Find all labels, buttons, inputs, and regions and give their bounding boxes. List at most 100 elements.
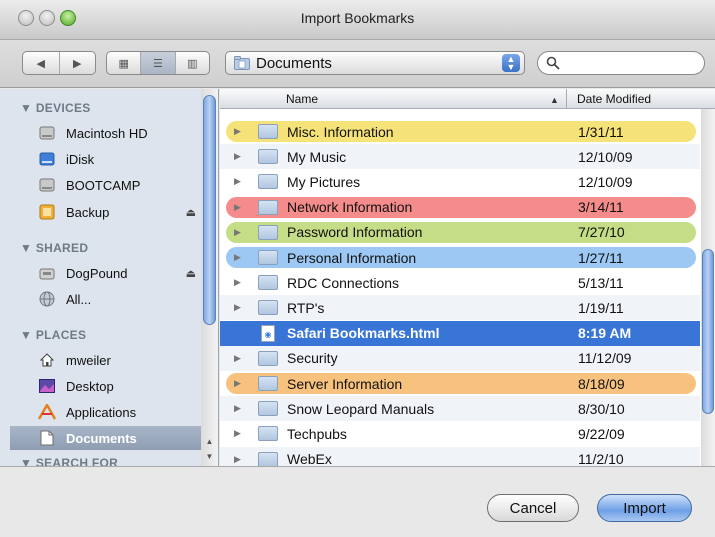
file-date: 11/12/09 bbox=[578, 350, 632, 367]
eject-icon[interactable]: ⏏ bbox=[186, 267, 196, 280]
disclosure-triangle-icon[interactable]: ▶ bbox=[234, 252, 244, 263]
scroll-up-arrow-icon[interactable]: ▲ bbox=[201, 435, 218, 449]
documents-folder-icon bbox=[234, 56, 250, 70]
sidebar-item-macintosh-hd[interactable]: Macintosh HD bbox=[10, 121, 202, 145]
sidebar-scrollbar-thumb[interactable] bbox=[203, 95, 216, 325]
folder-icon bbox=[258, 224, 278, 240]
forward-button[interactable]: ▶ bbox=[60, 52, 96, 74]
scroll-down-arrow-icon[interactable]: ▼ bbox=[201, 450, 218, 464]
folder-icon bbox=[258, 149, 278, 165]
list-row[interactable]: ◉ Safari Bookmarks.html 8:19 AM bbox=[220, 320, 700, 346]
list-row[interactable]: ▶ Misc. Information 1/31/11 bbox=[220, 119, 700, 144]
list-view-button[interactable]: ☰ bbox=[141, 52, 176, 74]
sidebar-item-all[interactable]: All... bbox=[10, 287, 202, 311]
file-name: Security bbox=[287, 350, 338, 367]
disclosure-triangle-icon[interactable]: ▶ bbox=[234, 227, 244, 238]
date-modified-column-header[interactable]: Date Modified bbox=[577, 92, 651, 106]
back-arrow-icon: ◀ bbox=[36, 57, 45, 70]
file-date: 12/10/09 bbox=[578, 173, 633, 190]
sidebar-item-documents[interactable]: Documents bbox=[10, 426, 202, 450]
nav-buttons: ◀ ▶ bbox=[22, 51, 96, 75]
disclosure-triangle-icon[interactable]: ▶ bbox=[234, 454, 244, 465]
list-row[interactable]: ▶ Network Information 3/14/11 bbox=[220, 195, 700, 220]
folder-icon bbox=[258, 199, 278, 215]
disclosure-triangle-icon[interactable]: ▶ bbox=[234, 302, 244, 313]
title-bar: Import Bookmarks bbox=[0, 0, 715, 40]
cancel-button[interactable]: Cancel bbox=[487, 494, 579, 522]
search-input[interactable] bbox=[564, 55, 694, 71]
file-name: My Music bbox=[287, 148, 347, 165]
disclosure-triangle-icon[interactable]: ▶ bbox=[234, 353, 244, 364]
sidebar-item-applications[interactable]: Applications bbox=[10, 400, 202, 424]
sidebar-item-idisk[interactable]: iDisk bbox=[10, 147, 202, 171]
documents-icon bbox=[38, 430, 56, 446]
file-name: Personal Information bbox=[287, 249, 417, 266]
file-date: 1/27/11 bbox=[578, 249, 624, 266]
disclosure-triangle-icon[interactable]: ▶ bbox=[234, 378, 244, 389]
file-date: 5/13/11 bbox=[578, 274, 624, 291]
disclosure-triangle-icon[interactable]: ▶ bbox=[234, 126, 244, 137]
shared-section-header[interactable]: ▼ SHARED bbox=[20, 241, 88, 255]
sidebar-item-bootcamp[interactable]: BOOTCAMP bbox=[10, 173, 202, 197]
file-date: 1/19/11 bbox=[578, 299, 624, 316]
sidebar-item-desktop[interactable]: Desktop bbox=[10, 374, 202, 398]
file-name: Server Information bbox=[287, 375, 403, 392]
folder-icon bbox=[258, 426, 278, 442]
sidebar-item-dogpound[interactable]: DogPound ⏏ bbox=[10, 261, 202, 285]
file-name: RDC Connections bbox=[287, 274, 400, 291]
list-row[interactable]: ▶ Password Information 7/27/10 bbox=[220, 220, 700, 245]
disclosure-triangle-icon[interactable]: ▶ bbox=[234, 277, 244, 288]
home-icon bbox=[38, 352, 56, 368]
disclosure-triangle-icon[interactable]: ▶ bbox=[234, 403, 244, 414]
name-column-header[interactable]: Name bbox=[286, 92, 318, 106]
search-for-section-header[interactable]: ▼ SEARCH FOR bbox=[20, 456, 118, 466]
import-button[interactable]: Import bbox=[597, 494, 692, 522]
list-row[interactable]: ▶ WebEx 11/2/10 bbox=[220, 446, 700, 466]
disclosure-triangle-icon[interactable]: ▶ bbox=[234, 428, 244, 439]
list-row[interactable]: ▶ My Pictures 12/10/09 bbox=[220, 169, 700, 194]
file-name: Misc. Information bbox=[287, 123, 394, 140]
sidebar: ▼ DEVICES Macintosh HD iDisk BOOTCAMP Ba… bbox=[0, 89, 219, 466]
sidebar-item-mweiler[interactable]: mweiler bbox=[10, 348, 202, 372]
file-date: 12/10/09 bbox=[578, 148, 633, 165]
devices-section-header[interactable]: ▼ DEVICES bbox=[20, 101, 91, 115]
import-bookmarks-dialog: Import Bookmarks ◀ ▶ ▦ ☰ ▥ Documents ▲▼ bbox=[0, 0, 715, 537]
sidebar-item-backup[interactable]: Backup ⏏ bbox=[10, 200, 202, 224]
search-field[interactable] bbox=[537, 51, 705, 75]
location-popup[interactable]: Documents ▲ ▼ bbox=[225, 51, 525, 75]
popup-arrows-icon: ▲ ▼ bbox=[502, 54, 520, 72]
list-scrollbar-thumb[interactable] bbox=[702, 249, 714, 414]
places-section-header[interactable]: ▼ PLACES bbox=[20, 328, 86, 342]
button-bar: Cancel Import bbox=[0, 466, 715, 537]
file-date: 9/22/09 bbox=[578, 425, 625, 442]
disclosure-triangle-icon[interactable]: ▶ bbox=[234, 176, 244, 187]
disclosure-triangle-icon[interactable]: ▶ bbox=[234, 151, 244, 162]
sort-ascending-icon: ▲ bbox=[550, 95, 559, 105]
list-row[interactable]: ▶ Techpubs 9/22/09 bbox=[220, 421, 700, 446]
list-row[interactable]: ▶ My Music 12/10/09 bbox=[220, 144, 700, 170]
location-label: Documents bbox=[256, 54, 332, 72]
eject-icon[interactable]: ⏏ bbox=[186, 206, 196, 219]
folder-icon bbox=[258, 250, 278, 265]
icon-view-button[interactable]: ▦ bbox=[107, 52, 142, 74]
back-button[interactable]: ◀ bbox=[23, 52, 60, 74]
column-view-button[interactable]: ▥ bbox=[176, 52, 209, 74]
file-name: Techpubs bbox=[287, 425, 347, 442]
list-row[interactable]: ▶ RTP's 1/19/11 bbox=[220, 295, 700, 321]
list-row[interactable]: ▶ Snow Leopard Manuals 8/30/10 bbox=[220, 396, 700, 422]
column-view-icon: ▥ bbox=[187, 57, 198, 70]
forward-arrow-icon: ▶ bbox=[73, 57, 82, 70]
list-row[interactable]: ▶ Security 11/12/09 bbox=[220, 345, 700, 371]
icon-view-icon: ▦ bbox=[118, 57, 129, 70]
file-name: Snow Leopard Manuals bbox=[287, 400, 435, 417]
list-row[interactable]: ▶ Personal Information 1/27/11 bbox=[220, 245, 700, 270]
folder-icon bbox=[258, 300, 278, 316]
hard-drive-icon bbox=[38, 177, 56, 193]
list-row[interactable]: ▶ RDC Connections 5/13/11 bbox=[220, 270, 700, 295]
disclosure-triangle-icon: ▼ bbox=[20, 456, 36, 466]
search-icon bbox=[546, 56, 560, 70]
disclosure-triangle-icon[interactable]: ▶ bbox=[234, 202, 244, 213]
file-list: Name ▲ Date Modified ▶ Misc. Information 1… bbox=[220, 89, 715, 466]
disclosure-triangle-icon: ▼ bbox=[20, 328, 36, 342]
list-row[interactable]: ▶ Server Information 8/18/09 bbox=[220, 371, 700, 396]
